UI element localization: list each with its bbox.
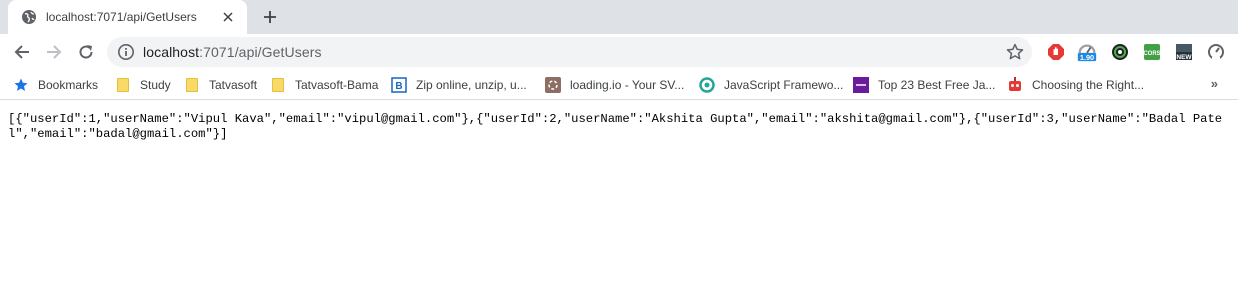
bookmark-loading-io[interactable]: loading.io - Your SV... [545, 74, 684, 96]
bookmark-folder-tatvasoft-bama[interactable]: Tatvasoft-Bama [270, 74, 378, 96]
arrow-left-icon [14, 45, 29, 59]
bookmarks-bar: Bookmarks Study Tatvasoft Tatvasoft-Bama… [0, 70, 1238, 100]
bookmark-label: Top 23 Best Free Ja... [878, 78, 996, 92]
bookmark-label: Bookmarks [38, 78, 99, 92]
bookmark-label: Tatvasoft-Bama [295, 78, 379, 92]
adblock-icon[interactable] [1045, 41, 1067, 63]
back-button[interactable] [9, 39, 35, 65]
bookmark-top-23-best[interactable]: Top 23 Best Free Ja... [853, 74, 995, 96]
js-framework-icon [699, 77, 715, 93]
bookmarks-overflow-chevron-icon[interactable]: » [1211, 76, 1218, 91]
browser-toolbar: localhost:7071/api/GetUsers 1.90 CORS NE… [0, 34, 1238, 70]
loading-icon [545, 77, 561, 93]
folder-icon [270, 77, 286, 93]
tab-strip: localhost:7071/api/GetUsers [0, 0, 1238, 34]
bookmark-label: Choosing the Right... [1032, 78, 1145, 92]
folder-icon [184, 77, 200, 93]
bookmark-folder-tatvasoft[interactable]: Tatvasoft [184, 74, 257, 96]
url-path: :7071/api/GetUsers [199, 44, 322, 60]
bookmark-choosing-the-right[interactable]: Choosing the Right... [1007, 74, 1144, 96]
forward-button[interactable] [41, 39, 67, 65]
bookmark-label: Study [140, 78, 171, 92]
folder-icon [115, 77, 131, 93]
reload-button[interactable] [73, 39, 99, 65]
arrow-right-icon [47, 45, 62, 59]
bookmark-javascript-framework[interactable]: JavaScript Framewo... [699, 74, 843, 96]
star-icon [13, 77, 29, 93]
svg-text:B: B [395, 81, 402, 92]
info-icon[interactable] [117, 43, 135, 61]
bookmark-zip-online[interactable]: B Zip online, unzip, u... [391, 74, 527, 96]
bookmark-star-icon[interactable] [1006, 43, 1024, 61]
new-tab-button[interactable] [259, 6, 281, 28]
speedtest-badge: 1.90 [1080, 53, 1094, 62]
cors-icon[interactable]: CORS [1141, 41, 1163, 63]
bookmark-folder-study[interactable]: Study [115, 74, 171, 96]
cors-badge: CORS [1143, 51, 1160, 57]
robot-icon [1007, 77, 1023, 93]
close-tab-icon[interactable] [219, 8, 237, 26]
bookmark-bookmarks[interactable]: Bookmarks [13, 74, 98, 96]
bookmark-label: Tatvasoft [209, 78, 258, 92]
whats-new-icon[interactable]: NEW [1173, 41, 1195, 63]
address-bar[interactable]: localhost:7071/api/GetUsers [107, 37, 1032, 67]
colorlib-icon [853, 77, 869, 93]
reload-icon [79, 45, 93, 59]
json-response-text: [{"userId":1,"userName":"Vipul Kava","em… [8, 112, 1223, 141]
performance-icon[interactable] [1205, 41, 1227, 63]
browser-tab[interactable]: localhost:7071/api/GetUsers [8, 0, 247, 34]
bookmark-label: loading.io - Your SV... [570, 78, 685, 92]
tab-title: localhost:7071/api/GetUsers [46, 10, 197, 24]
bookmark-label: Zip online, unzip, u... [416, 78, 527, 92]
new-badge: NEW [1176, 54, 1192, 61]
bookmark-label: JavaScript Framewo... [724, 78, 844, 92]
url-text[interactable]: localhost:7071/api/GetUsers [143, 44, 322, 60]
zip-icon: B [391, 77, 407, 93]
url-host: localhost [143, 44, 200, 60]
speedtest-icon[interactable]: 1.90 [1076, 41, 1098, 63]
globe-icon [21, 9, 37, 25]
color-picker-icon[interactable] [1109, 41, 1131, 63]
